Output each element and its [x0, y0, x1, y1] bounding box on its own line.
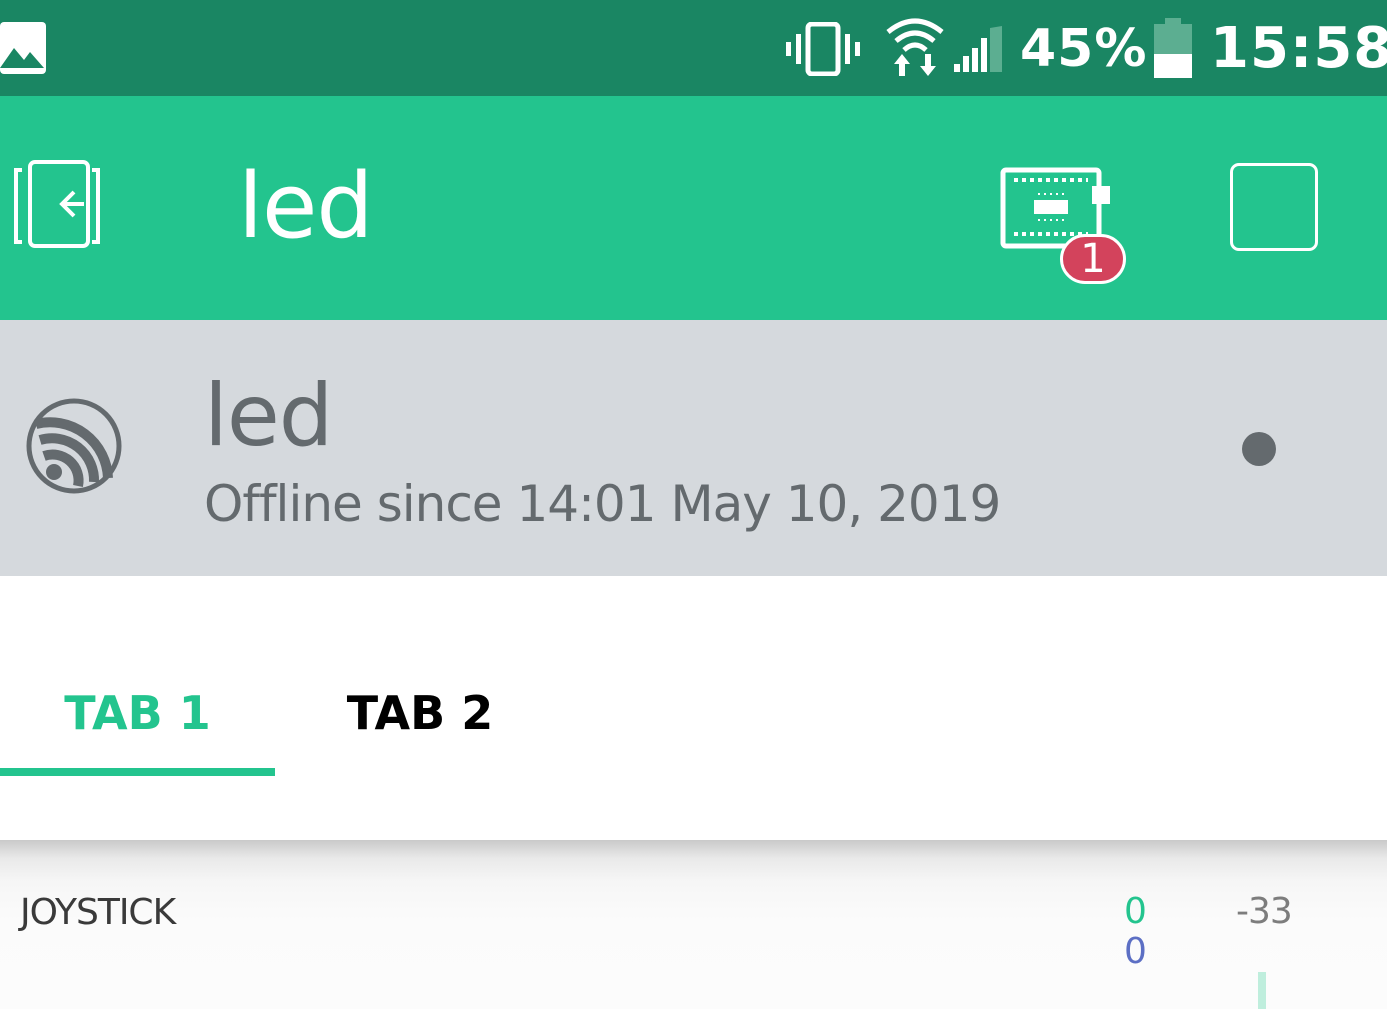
esp-icon	[26, 398, 122, 494]
device-status-panel[interactable]: led Offline since 14:01 May 10, 2019	[0, 320, 1387, 576]
joystick-widget[interactable]: JOYSTICK 0 0 -33	[0, 840, 1387, 1009]
app-bar: led 1	[0, 96, 1387, 320]
joystick-x-value: 0	[1124, 891, 1147, 932]
battery-icon	[1154, 18, 1192, 78]
page-title: led	[238, 154, 374, 259]
wifi-icon	[886, 18, 944, 76]
device-status-text: Offline since 14:01 May 10, 2019	[204, 475, 1001, 533]
tab-2[interactable]: TAB 2	[275, 680, 565, 746]
stop-button[interactable]	[1230, 163, 1318, 251]
signal-icon	[954, 26, 1002, 72]
joystick-extra-value: -33	[1236, 891, 1293, 932]
back-icon[interactable]	[10, 160, 110, 254]
device-name: led	[204, 366, 333, 466]
tab-1[interactable]: TAB 1	[0, 680, 275, 746]
offline-status-dot	[1242, 432, 1276, 466]
clock: 15:58	[1210, 16, 1387, 81]
widget-label: JOYSTICK	[20, 892, 176, 933]
device-count-badge: 1	[1060, 234, 1126, 284]
vibrate-icon	[786, 22, 860, 76]
tab-bar: TAB 1 TAB 2	[0, 576, 1387, 840]
gallery-icon	[0, 22, 46, 74]
joystick-indicator-bar	[1258, 972, 1266, 1009]
battery-percent: 45%	[1020, 19, 1148, 79]
joystick-y-value: 0	[1124, 931, 1147, 972]
active-tab-indicator	[0, 768, 275, 776]
status-bar: 45% 15:58	[0, 0, 1387, 96]
